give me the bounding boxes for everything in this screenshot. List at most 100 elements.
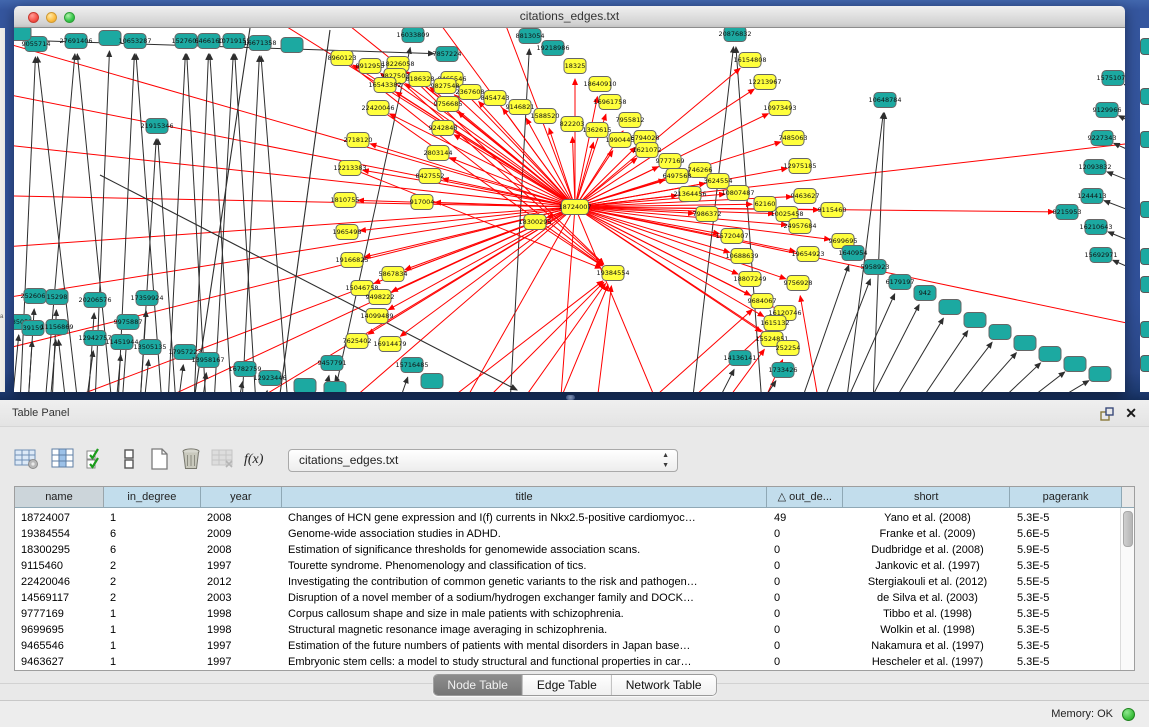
graph-node-label: 16671358 — [243, 39, 276, 47]
table-header-row: namein_degreeyeartitle△ out_de...shortpa… — [15, 487, 1134, 508]
graph-node-label: 6179197 — [886, 278, 915, 286]
graph-edge — [398, 377, 408, 392]
table-row[interactable]: 2242004622012Investigating the contribut… — [15, 574, 1134, 590]
background-node-fragment — [1140, 276, 1149, 293]
column-header-name[interactable]: name — [15, 487, 104, 508]
graph-edge — [168, 54, 185, 392]
network-view-canvas[interactable]: 1872400718300295193845548960123891295518… — [14, 28, 1125, 392]
graph-edge — [195, 28, 250, 392]
background-window-right — [1140, 28, 1149, 392]
graph-node-label: 27691406 — [59, 37, 92, 45]
graph-node[interactable] — [14, 28, 31, 41]
column-header-year[interactable]: year — [201, 487, 282, 508]
graph-edge — [845, 294, 895, 392]
column-header-title[interactable]: title — [282, 487, 768, 508]
cell-title: Tourette syndrome. Phenomenology and cla… — [282, 558, 768, 574]
graph-node-label: 1588520 — [531, 112, 560, 120]
delete-column-icon[interactable] — [178, 447, 206, 473]
graph-node-label: 10973493 — [763, 104, 796, 112]
background-node-fragment — [1140, 248, 1149, 265]
graph-node-label: 14136141 — [723, 354, 756, 362]
graph-node[interactable] — [989, 325, 1011, 340]
graph-node[interactable] — [294, 379, 316, 393]
cell-title: Corpus callosum shape and size in male p… — [282, 606, 768, 622]
cell-out-de-: 0 — [768, 606, 844, 622]
graph-node[interactable] — [421, 374, 443, 389]
table-row[interactable]: 911546021997Tourette syndrome. Phenomeno… — [15, 558, 1134, 574]
cell-name: 19384554 — [15, 526, 104, 542]
table-mode-icon[interactable] — [14, 447, 42, 473]
network-window-titlebar[interactable]: citations_edges.txt — [14, 6, 1125, 28]
graph-node-label: 1244413 — [1078, 192, 1107, 200]
graph-edge — [873, 113, 884, 392]
table-row[interactable]: 946554611997Estimation of the future num… — [15, 638, 1134, 654]
tab-network-table[interactable]: Network Table — [612, 675, 716, 695]
graph-node-label: 8960123 — [328, 54, 357, 62]
scrollbar-thumb[interactable] — [1123, 511, 1133, 547]
row-height-icon[interactable] — [116, 447, 144, 473]
graph-node[interactable] — [939, 300, 961, 315]
table-row[interactable]: 946362711997Embryonic stem cells: a mode… — [15, 654, 1134, 670]
table-row[interactable]: 969969511998Structural magnetic resonanc… — [15, 622, 1134, 638]
graph-node[interactable] — [1039, 347, 1061, 362]
graph-node-label: 5958923 — [861, 263, 890, 271]
cell-year: 2008 — [201, 510, 282, 526]
table-row[interactable]: 1456911722003Disruption of a novel membe… — [15, 590, 1134, 606]
table-row[interactable]: 977716911998Corpus callosum shape and si… — [15, 606, 1134, 622]
graph-node-label: 20206576 — [78, 296, 111, 304]
graph-node[interactable] — [1014, 336, 1036, 351]
column-header-in-degree[interactable]: in_degree — [104, 487, 201, 508]
delete-table-icon[interactable] — [210, 447, 238, 473]
table-row[interactable]: 1872400712008Changes of HCN gene express… — [15, 510, 1134, 526]
show-columns-icon[interactable] — [50, 447, 78, 473]
cell-title: Disruption of a novel member of a sodium… — [282, 590, 768, 606]
cell-year: 2012 — [201, 574, 282, 590]
table-scrollbar[interactable] — [1120, 508, 1134, 670]
graph-node[interactable] — [1089, 367, 1111, 382]
cell-title: Changes of HCN gene expression and I(f) … — [282, 510, 768, 526]
graph-edge — [560, 207, 575, 392]
graph-node[interactable] — [964, 313, 986, 328]
column-header-out-de-[interactable]: △ out_de... — [767, 487, 843, 508]
table-selector-dropdown[interactable]: citations_edges.txt ▲▼ — [288, 449, 678, 472]
cell-pagerank: 5.3E-5 — [1011, 510, 1123, 526]
citation-network-graph[interactable]: 1872400718300295193845548960123891295518… — [14, 28, 1125, 392]
graph-edge — [716, 370, 734, 392]
cell-in-degree: 2 — [104, 558, 201, 574]
create-column-icon[interactable] — [146, 447, 174, 473]
graph-node-label: 12975185 — [783, 162, 816, 170]
graph-edge — [1113, 260, 1125, 281]
graph-node-label: 9975887 — [114, 318, 143, 326]
graph-node-label: 9146821 — [506, 103, 535, 111]
tab-node-table[interactable]: Node Table — [433, 675, 523, 695]
function-builder-icon[interactable]: f(x) — [244, 447, 272, 473]
cell-short: Wolkin et al. (1998) — [844, 622, 1011, 638]
tab-edge-table[interactable]: Edge Table — [523, 675, 612, 695]
graph-node-label: 24957684 — [783, 222, 816, 230]
background-node-fragment — [1140, 355, 1149, 372]
graph-node[interactable] — [1064, 357, 1086, 372]
graph-node-label: 12923446 — [253, 374, 286, 382]
graph-node-label: 822203 — [560, 120, 585, 128]
column-header-pagerank[interactable]: pagerank — [1010, 487, 1122, 508]
graph-node-label: 62160 — [755, 200, 776, 208]
graph-node[interactable] — [324, 382, 346, 393]
graph-edge — [214, 54, 233, 392]
close-panel-icon[interactable]: ✕ — [1125, 404, 1137, 422]
graph-node-label: 18325 — [565, 62, 586, 70]
graph-node-label: 8454743 — [481, 94, 510, 102]
background-node-fragment — [1140, 131, 1149, 148]
graph-node[interactable] — [281, 38, 303, 53]
float-panel-icon[interactable] — [1099, 406, 1115, 422]
column-header-short[interactable]: short — [843, 487, 1010, 508]
cell-pagerank: 5.3E-5 — [1011, 654, 1123, 670]
graph-node-label: 13958167 — [191, 356, 224, 364]
cell-short: Yano et al. (2008) — [844, 510, 1011, 526]
column-checklist-icon[interactable] — [84, 447, 112, 473]
table-row[interactable]: 1938455462009Genome-wide association stu… — [15, 526, 1134, 542]
cell-out-de-: 0 — [768, 558, 844, 574]
background-node-fragment — [1140, 88, 1149, 105]
table-row[interactable]: 1830029562008Estimation of significance … — [15, 542, 1134, 558]
cell-in-degree: 1 — [104, 606, 201, 622]
cell-out-de-: 0 — [768, 590, 844, 606]
